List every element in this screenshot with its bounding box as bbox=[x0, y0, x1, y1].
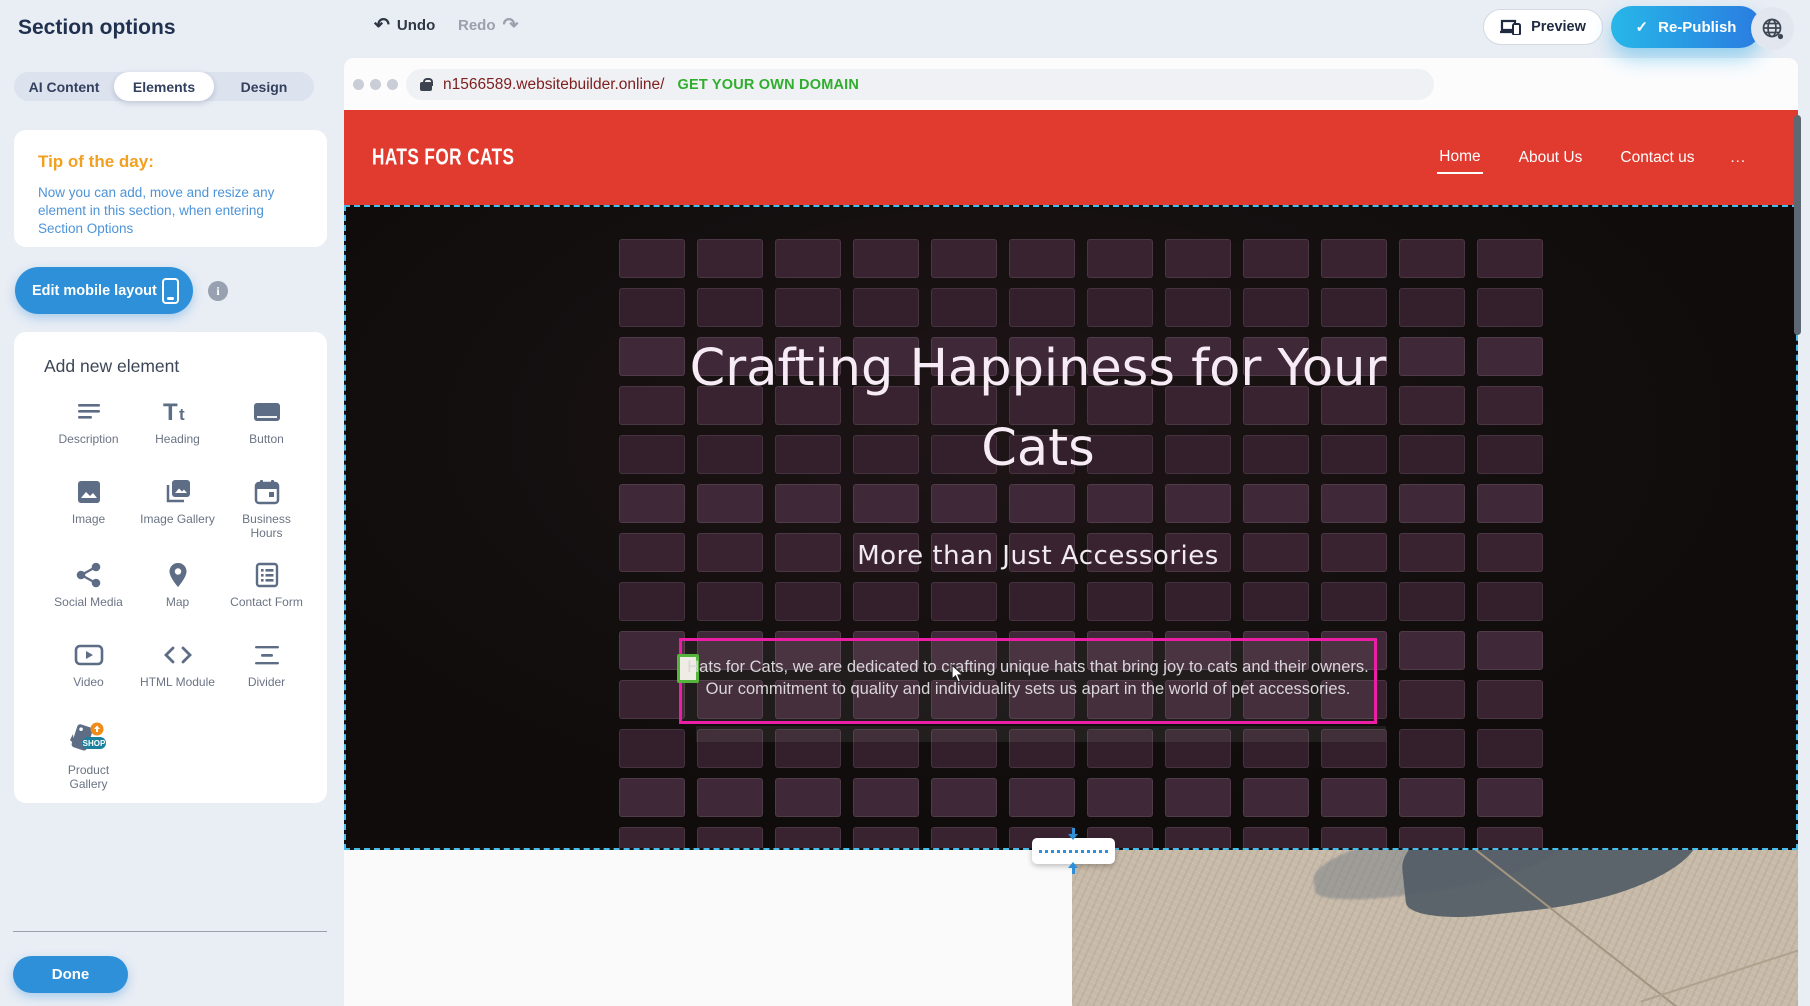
lock-icon bbox=[420, 82, 432, 91]
panel-tabs: AI Content Elements Design bbox=[14, 72, 314, 101]
element-image[interactable]: Image bbox=[44, 471, 133, 540]
panel-divider bbox=[13, 931, 327, 932]
element-description[interactable]: Description bbox=[44, 391, 133, 457]
site-canvas: HATS FOR CATS Home About Us Contact us .… bbox=[344, 110, 1798, 1006]
hero-title[interactable]: Crafting Happiness for Your Cats bbox=[678, 329, 1398, 489]
republish-button[interactable]: ✓ Re-Publish bbox=[1611, 6, 1761, 48]
phone-icon bbox=[162, 278, 179, 304]
panel-title: Section options bbox=[18, 16, 176, 40]
site-header: HATS FOR CATS Home About Us Contact us .… bbox=[344, 110, 1798, 205]
nav-more-button[interactable]: ... bbox=[1730, 149, 1746, 166]
element-contact-form[interactable]: Contact Form bbox=[222, 554, 311, 620]
element-map[interactable]: Map bbox=[133, 554, 222, 620]
element-label: Image bbox=[72, 512, 105, 526]
social-media-icon bbox=[76, 562, 102, 588]
hero-paragraph-line2: Our commitment to quality and individual… bbox=[682, 678, 1374, 700]
language-globe-button[interactable] bbox=[1751, 7, 1794, 50]
devices-icon bbox=[1500, 19, 1522, 35]
element-label: Divider bbox=[248, 675, 285, 689]
done-button[interactable]: Done bbox=[13, 956, 128, 993]
svg-text:SHOP: SHOP bbox=[82, 739, 105, 748]
element-label: Video bbox=[73, 675, 103, 689]
browser-chrome: n1566589.websitebuilder.online/ GET YOUR… bbox=[344, 58, 1798, 110]
shadow-shape bbox=[1398, 850, 1707, 923]
product-gallery-icon: SHOP bbox=[66, 722, 112, 756]
get-your-own-domain-link[interactable]: GET YOUR OWN DOMAIN bbox=[677, 77, 859, 93]
element-heading[interactable]: Tt Heading bbox=[133, 391, 222, 457]
site-url: n1566589.websitebuilder.online/ bbox=[443, 76, 664, 94]
window-controls bbox=[353, 79, 398, 90]
element-label: Product Gallery bbox=[50, 763, 128, 791]
nav-home[interactable]: Home bbox=[1437, 142, 1482, 174]
undo-button[interactable]: ↶ Undo bbox=[374, 14, 435, 36]
check-icon: ✓ bbox=[1636, 18, 1649, 36]
element-label: Business Hours bbox=[228, 512, 306, 540]
tip-heading: Tip of the day: bbox=[38, 152, 307, 172]
arrow-up-icon bbox=[1068, 862, 1079, 874]
svg-text:T: T bbox=[163, 399, 178, 425]
globe-icon bbox=[1761, 17, 1785, 41]
arrow-down-icon bbox=[1068, 828, 1079, 840]
element-video[interactable]: Video bbox=[44, 634, 133, 700]
element-label: Heading bbox=[155, 432, 200, 446]
hero-section-selected[interactable]: Crafting Happiness for Your Cats More th… bbox=[344, 205, 1798, 850]
tip-of-the-day-card: Tip of the day: Now you can add, move an… bbox=[14, 130, 327, 247]
browser-scrollbar[interactable] bbox=[1794, 115, 1801, 335]
contact-form-icon bbox=[254, 562, 280, 588]
description-icon bbox=[76, 399, 102, 425]
add-new-element-title: Add new element bbox=[44, 356, 311, 377]
image-icon bbox=[76, 479, 102, 505]
button-icon bbox=[253, 399, 281, 425]
section-options-panel: Section options AI Content Elements Desi… bbox=[0, 0, 340, 1006]
redo-icon: ↷ bbox=[503, 16, 519, 35]
section-resize-handle[interactable] bbox=[1032, 838, 1115, 864]
divider-icon bbox=[253, 642, 281, 668]
selected-text-element[interactable]: Hats for Cats, we are dedicated to craft… bbox=[679, 638, 1377, 724]
pavement-image bbox=[1072, 850, 1798, 1006]
element-label: Contact Form bbox=[230, 595, 303, 609]
element-image-gallery[interactable]: Image Gallery bbox=[133, 471, 222, 540]
tab-elements[interactable]: Elements bbox=[114, 72, 214, 101]
element-label: Social Media bbox=[54, 595, 123, 609]
nav-contact-us[interactable]: Contact us bbox=[1618, 143, 1696, 173]
address-bar[interactable]: n1566589.websitebuilder.online/ GET YOUR… bbox=[406, 69, 1434, 100]
element-divider[interactable]: Divider bbox=[222, 634, 311, 700]
element-business-hours[interactable]: Business Hours bbox=[222, 471, 311, 540]
tab-ai-content[interactable]: AI Content bbox=[14, 72, 114, 101]
business-hours-icon bbox=[254, 479, 280, 505]
preview-button[interactable]: Preview bbox=[1483, 9, 1603, 45]
tip-body: Now you can add, move and resize any ele… bbox=[38, 184, 307, 238]
element-grid: Description Tt Heading Button Image Imag… bbox=[44, 391, 311, 791]
element-html-module[interactable]: HTML Module bbox=[133, 634, 222, 700]
hero-subtitle[interactable]: More than Just Accessories bbox=[678, 541, 1398, 571]
resize-dash-line bbox=[1039, 850, 1108, 853]
site-nav: Home About Us Contact us ... bbox=[1437, 110, 1746, 205]
info-icon[interactable]: i bbox=[208, 281, 228, 301]
element-label: Description bbox=[58, 432, 118, 446]
site-logo[interactable]: HATS FOR CATS bbox=[372, 145, 514, 172]
edit-mobile-layout-button[interactable]: Edit mobile layout bbox=[15, 267, 193, 314]
edit-mobile-layout-label: Edit mobile layout bbox=[32, 283, 157, 299]
element-product-gallery[interactable]: SHOP Product Gallery bbox=[44, 714, 133, 791]
svg-text:t: t bbox=[179, 405, 185, 424]
map-pin-icon bbox=[165, 562, 191, 588]
nav-about-us[interactable]: About Us bbox=[1517, 143, 1585, 173]
image-gallery-icon bbox=[164, 479, 192, 505]
undo-icon: ↶ bbox=[374, 16, 390, 35]
element-button[interactable]: Button bbox=[222, 391, 311, 457]
element-label: Image Gallery bbox=[140, 512, 215, 526]
tab-design[interactable]: Design bbox=[214, 72, 314, 101]
text-element-shadow bbox=[696, 726, 1386, 742]
element-label: Map bbox=[166, 595, 189, 609]
element-social-media[interactable]: Social Media bbox=[44, 554, 133, 620]
browser-preview-frame: n1566589.websitebuilder.online/ GET YOUR… bbox=[344, 58, 1798, 1006]
element-label: Button bbox=[249, 432, 284, 446]
element-label: HTML Module bbox=[140, 675, 215, 689]
hero-paragraph-line1: Hats for Cats, we are dedicated to craft… bbox=[682, 656, 1374, 678]
html-module-icon bbox=[163, 642, 193, 668]
heading-icon: Tt bbox=[163, 399, 193, 425]
video-icon bbox=[74, 642, 104, 668]
add-new-element-card: Add new element Description Tt Heading B… bbox=[14, 332, 327, 803]
redo-button[interactable]: Redo ↷ bbox=[458, 14, 518, 36]
